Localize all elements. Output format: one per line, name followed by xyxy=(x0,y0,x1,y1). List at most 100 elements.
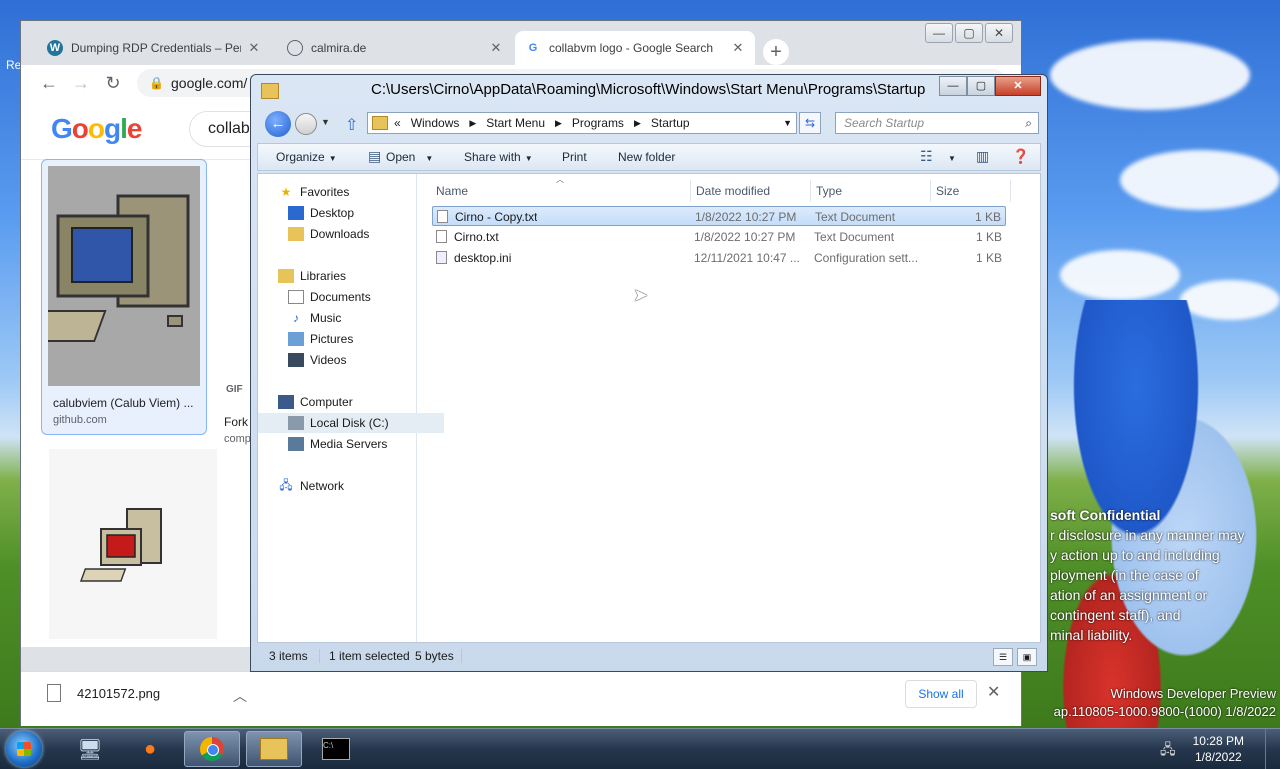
text-file-icon xyxy=(437,210,448,223)
libraries-icon xyxy=(278,269,294,283)
reload-icon[interactable]: ↻ xyxy=(101,71,125,95)
sort-caret-icon: ︿ xyxy=(556,175,564,184)
breadcrumb-arrow-icon[interactable]: ▶ xyxy=(634,118,641,129)
result-caption[interactable]: Fork xyxy=(224,415,248,429)
help-icon[interactable]: ❓ xyxy=(1012,148,1029,165)
firefox-taskbar-button[interactable]: ● xyxy=(122,731,178,767)
videos-icon xyxy=(288,353,304,367)
tab-close-icon[interactable]: ✕ xyxy=(489,40,503,56)
music-icon: ♪ xyxy=(293,311,299,325)
downloads-folder-icon xyxy=(288,227,304,241)
explorer-content: ★ Favorites Desktop Downloads Libraries D… xyxy=(257,173,1041,643)
nav-favorites[interactable]: ★ Favorites xyxy=(258,182,434,202)
tab-dumping-rdp[interactable]: W Dumping RDP Credentials – Pene ✕ xyxy=(37,31,271,65)
tab-close-icon[interactable]: ✕ xyxy=(731,40,745,56)
breadcrumb-item[interactable]: Programs xyxy=(572,116,624,130)
file-list: Name ︿ Date modified Type Size Cirno - C… xyxy=(416,174,1040,642)
column-header-date[interactable]: Date modified xyxy=(696,180,770,202)
maximize-button[interactable]: ▢ xyxy=(967,76,995,96)
recent-pages-dropdown-icon[interactable]: ▼ xyxy=(321,117,330,127)
folder-icon xyxy=(260,738,288,760)
chevron-down-icon[interactable]: ▼ xyxy=(783,118,792,128)
tab-google-search[interactable]: G collabvm logo - Google Search ✕ xyxy=(515,31,755,65)
change-view-icon[interactable]: ☷ xyxy=(920,148,933,165)
selection-size: 5 bytes xyxy=(415,649,454,663)
start-button[interactable] xyxy=(6,731,42,767)
column-header-size[interactable]: Size xyxy=(936,180,959,202)
address-breadcrumb[interactable]: « Windows ▶ Start Menu ▶ Programs ▶ Star… xyxy=(367,112,797,134)
new-tab-button[interactable]: + xyxy=(763,39,789,65)
window-title: C:\Users\Cirno\AppData\Roaming\Microsoft… xyxy=(371,81,926,98)
download-item[interactable]: 42101572.png xyxy=(47,684,160,702)
organize-button[interactable]: Organize ▼ xyxy=(276,150,337,164)
new-folder-button[interactable]: New folder xyxy=(618,150,675,164)
remote-desktop-taskbar-button[interactable]: 🖥 xyxy=(62,731,118,767)
tab-title: collabvm logo - Google Search xyxy=(549,41,714,55)
forward-arrow-icon[interactable]: → xyxy=(69,71,93,95)
share-with-button[interactable]: Share with ▼ xyxy=(464,150,533,164)
search-icon[interactable]: ⌕ xyxy=(1025,113,1032,133)
nav-libraries[interactable]: Libraries xyxy=(258,266,434,286)
breadcrumb-item[interactable]: Windows xyxy=(411,116,460,130)
chevron-down-icon[interactable]: ▼ xyxy=(944,150,956,164)
google-icon: G xyxy=(528,42,538,54)
clock-time: 10:28 PM xyxy=(1192,734,1244,748)
download-shelf: 42101572.png ︿ Show all ✕ xyxy=(21,671,1021,726)
close-icon[interactable]: ✕ xyxy=(987,682,1000,702)
watermark-line: minal liability. xyxy=(1050,627,1133,643)
tab-calmira[interactable]: calmira.de ✕ xyxy=(277,31,513,65)
breadcrumb-arrow-icon[interactable]: ▶ xyxy=(469,118,476,129)
search-input[interactable]: Search Startup ⌕ xyxy=(835,112,1039,134)
breadcrumb-arrow-icon[interactable]: ▶ xyxy=(555,118,562,129)
cmd-taskbar-button[interactable]: C:\ xyxy=(308,731,364,767)
back-arrow-icon[interactable]: ← xyxy=(265,111,291,137)
item-count: 3 items xyxy=(269,649,308,663)
navigation-pane: ★ Favorites Desktop Downloads Libraries D… xyxy=(258,174,444,642)
explorer-window-controls: — ▢ ✕ xyxy=(939,76,1041,96)
minimize-button[interactable]: — xyxy=(939,76,967,96)
explorer-taskbar-button[interactable] xyxy=(246,731,302,767)
result-caption[interactable]: calubviem (Calub Viem) ... xyxy=(53,396,203,410)
explorer-window: C:\Users\Cirno\AppData\Roaming\Microsoft… xyxy=(250,74,1048,672)
watermark-line: ation of an assignment or xyxy=(1050,587,1208,603)
breadcrumb-item[interactable]: Startup xyxy=(651,116,690,130)
back-arrow-icon[interactable]: ← xyxy=(37,71,61,95)
chrome-icon xyxy=(200,737,224,761)
show-all-button[interactable]: Show all xyxy=(905,680,977,708)
star-icon: ★ xyxy=(280,185,292,199)
clock-date: 1/8/2022 xyxy=(1194,750,1242,764)
file-row[interactable]: desktop.ini 12/11/2021 10:47 ... Configu… xyxy=(432,248,1006,268)
tab-close-icon[interactable]: ✕ xyxy=(247,40,261,56)
refresh-icon[interactable]: ⇆ xyxy=(799,112,821,134)
close-button[interactable]: ✕ xyxy=(995,76,1041,96)
print-button[interactable]: Print xyxy=(562,150,587,164)
nav-computer[interactable]: Computer xyxy=(258,392,434,412)
breadcrumb-overflow[interactable]: « xyxy=(394,116,401,130)
command-bar: Organize ▼ ▤ Open ▼ Share with ▼ Print New … xyxy=(257,143,1041,171)
chevron-up-icon[interactable]: ︿ xyxy=(233,686,247,706)
image-result-card[interactable] xyxy=(49,449,217,639)
network-tray-icon[interactable]: 🖧 xyxy=(1160,739,1176,763)
globe-icon xyxy=(287,40,303,56)
search-placeholder: Search Startup xyxy=(844,116,925,130)
forward-arrow-icon[interactable] xyxy=(295,113,317,135)
nav-network[interactable]: 🖧 Network xyxy=(258,476,434,496)
up-arrow-icon[interactable]: ⇧ xyxy=(345,115,358,135)
column-header-type[interactable]: Type xyxy=(816,180,842,202)
large-icons-view-icon[interactable]: ▣ xyxy=(1017,648,1037,666)
chrome-taskbar-button[interactable] xyxy=(184,731,240,767)
system-tray: 🖧 10:28 PM 1/8/2022 xyxy=(1160,729,1280,769)
hard-drive-icon xyxy=(288,416,304,430)
file-row[interactable]: Cirno - Copy.txt 1/8/2022 10:27 PM Text … xyxy=(432,206,1006,226)
show-desktop-button[interactable] xyxy=(1265,729,1280,769)
file-row[interactable]: Cirno.txt 1/8/2022 10:27 PM Text Documen… xyxy=(432,227,1006,247)
image-result-card[interactable]: calubviem (Calub Viem) ... github.com xyxy=(21,159,207,435)
clock[interactable]: 10:28 PM 1/8/2022 xyxy=(1193,733,1244,765)
details-view-icon[interactable]: ☰ xyxy=(993,648,1013,666)
column-header-name[interactable]: Name xyxy=(436,180,468,202)
preview-pane-icon[interactable]: ▥ xyxy=(976,148,989,165)
open-button[interactable]: Open ▼ xyxy=(386,150,433,164)
breadcrumb-item[interactable]: Start Menu xyxy=(486,116,545,130)
result-thumbnail[interactable] xyxy=(21,166,200,386)
google-logo[interactable]: Google xyxy=(51,113,142,145)
